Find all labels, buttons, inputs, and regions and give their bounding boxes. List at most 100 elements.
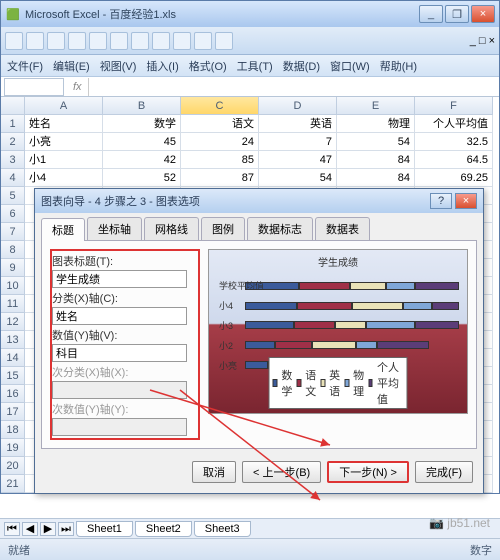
value-y-input[interactable] bbox=[52, 344, 187, 362]
tab-datalabels[interactable]: 数据标志 bbox=[247, 217, 313, 240]
dialog-close-button[interactable]: × bbox=[455, 193, 477, 209]
cell[interactable]: 24 bbox=[181, 133, 259, 151]
name-box[interactable] bbox=[4, 78, 64, 96]
row-header[interactable]: 5 bbox=[1, 187, 25, 205]
row-header[interactable]: 7 bbox=[1, 223, 25, 241]
qat-sort-icon[interactable] bbox=[194, 32, 212, 50]
cell[interactable]: 语文 bbox=[181, 115, 259, 133]
cell[interactable]: 54 bbox=[337, 133, 415, 151]
cell[interactable]: 英语 bbox=[259, 115, 337, 133]
row-header[interactable]: 10 bbox=[1, 277, 25, 295]
qat-redo-icon[interactable] bbox=[173, 32, 191, 50]
cell[interactable]: 42 bbox=[103, 151, 181, 169]
qat-cut-icon[interactable] bbox=[89, 32, 107, 50]
cell[interactable]: 个人平均值 bbox=[415, 115, 493, 133]
row-header[interactable]: 21 bbox=[1, 475, 25, 493]
cell[interactable]: 小4 bbox=[25, 169, 103, 187]
row-header[interactable]: 3 bbox=[1, 151, 25, 169]
minimize-button[interactable]: _ bbox=[419, 5, 443, 23]
row-header[interactable]: 16 bbox=[1, 385, 25, 403]
qat-save-icon[interactable] bbox=[47, 32, 65, 50]
menu-insert[interactable]: 插入(I) bbox=[146, 58, 178, 74]
doc-restore-button[interactable]: □ bbox=[479, 35, 486, 47]
col-a[interactable]: A bbox=[25, 97, 103, 115]
col-c[interactable]: C bbox=[181, 97, 259, 115]
qat-new-icon[interactable] bbox=[5, 32, 23, 50]
cell[interactable]: 84 bbox=[337, 151, 415, 169]
cell[interactable]: 85 bbox=[181, 151, 259, 169]
sheet-nav-first[interactable]: ⏮ bbox=[4, 522, 20, 536]
cell[interactable]: 45 bbox=[103, 133, 181, 151]
col-d[interactable]: D bbox=[259, 97, 337, 115]
cell[interactable]: 小1 bbox=[25, 151, 103, 169]
cell[interactable]: 小亮 bbox=[25, 133, 103, 151]
cell[interactable]: 数学 bbox=[103, 115, 181, 133]
category-x-input[interactable] bbox=[52, 307, 187, 325]
row-header[interactable]: 9 bbox=[1, 259, 25, 277]
col-e[interactable]: E bbox=[337, 97, 415, 115]
qat-copy-icon[interactable] bbox=[110, 32, 128, 50]
cell[interactable]: 7 bbox=[259, 133, 337, 151]
doc-minimize-button[interactable]: _ bbox=[470, 35, 476, 47]
cancel-button[interactable]: 取消 bbox=[192, 461, 236, 483]
next-button[interactable]: 下一步(N) > bbox=[327, 461, 409, 483]
qat-print-icon[interactable] bbox=[68, 32, 86, 50]
sheet-tab-2[interactable]: Sheet2 bbox=[135, 521, 192, 537]
row-header[interactable]: 4 bbox=[1, 169, 25, 187]
row-header[interactable]: 1 bbox=[1, 115, 25, 133]
dialog-help-button[interactable]: ? bbox=[430, 193, 452, 209]
back-button[interactable]: < 上一步(B) bbox=[242, 461, 321, 483]
menu-file[interactable]: 文件(F) bbox=[7, 58, 43, 74]
sheet-nav-prev[interactable]: ◀ bbox=[22, 522, 38, 536]
cell[interactable]: 32.5 bbox=[415, 133, 493, 151]
select-all-corner[interactable] bbox=[1, 97, 25, 115]
chart-title-input[interactable] bbox=[52, 270, 187, 288]
col-f[interactable]: F bbox=[415, 97, 493, 115]
sheet-nav-last[interactable]: ⏭ bbox=[58, 522, 74, 536]
row-header[interactable]: 19 bbox=[1, 439, 25, 457]
cell[interactable]: 物理 bbox=[337, 115, 415, 133]
row-header[interactable]: 11 bbox=[1, 295, 25, 313]
formula-input[interactable] bbox=[88, 78, 499, 96]
row-header[interactable]: 18 bbox=[1, 421, 25, 439]
row-header[interactable]: 2 bbox=[1, 133, 25, 151]
row-header[interactable]: 6 bbox=[1, 205, 25, 223]
row-header[interactable]: 12 bbox=[1, 313, 25, 331]
row-header[interactable]: 14 bbox=[1, 349, 25, 367]
tab-axes[interactable]: 坐标轴 bbox=[87, 217, 142, 240]
menu-tools[interactable]: 工具(T) bbox=[237, 58, 273, 74]
cell[interactable]: 姓名 bbox=[25, 115, 103, 133]
menu-view[interactable]: 视图(V) bbox=[100, 58, 137, 74]
menu-format[interactable]: 格式(O) bbox=[189, 58, 227, 74]
cell[interactable]: 87 bbox=[181, 169, 259, 187]
tab-gridlines[interactable]: 网格线 bbox=[144, 217, 199, 240]
close-button[interactable]: × bbox=[471, 5, 495, 23]
maximize-button[interactable]: ❐ bbox=[445, 5, 469, 23]
qat-undo-icon[interactable] bbox=[152, 32, 170, 50]
row-header[interactable]: 17 bbox=[1, 403, 25, 421]
menu-window[interactable]: 窗口(W) bbox=[330, 58, 370, 74]
qat-open-icon[interactable] bbox=[26, 32, 44, 50]
row-header[interactable]: 13 bbox=[1, 331, 25, 349]
finish-button[interactable]: 完成(F) bbox=[415, 461, 473, 483]
cell[interactable]: 47 bbox=[259, 151, 337, 169]
tab-title[interactable]: 标题 bbox=[41, 218, 85, 241]
cell[interactable]: 84 bbox=[337, 169, 415, 187]
cell[interactable]: 64.5 bbox=[415, 151, 493, 169]
tab-legend[interactable]: 图例 bbox=[201, 217, 245, 240]
col-b[interactable]: B bbox=[103, 97, 181, 115]
cell[interactable]: 69.25 bbox=[415, 169, 493, 187]
row-header[interactable]: 8 bbox=[1, 241, 25, 259]
tab-datatable[interactable]: 数据表 bbox=[315, 217, 370, 240]
cell[interactable]: 54 bbox=[259, 169, 337, 187]
menu-edit[interactable]: 编辑(E) bbox=[53, 58, 90, 74]
sheet-nav-next[interactable]: ▶ bbox=[40, 522, 56, 536]
menu-help[interactable]: 帮助(H) bbox=[380, 58, 417, 74]
menu-data[interactable]: 数据(D) bbox=[283, 58, 320, 74]
qat-chart-icon[interactable] bbox=[215, 32, 233, 50]
row-header[interactable]: 20 bbox=[1, 457, 25, 475]
doc-close-button[interactable]: × bbox=[489, 35, 495, 47]
sheet-tab-3[interactable]: Sheet3 bbox=[194, 521, 251, 537]
sheet-tab-1[interactable]: Sheet1 bbox=[76, 521, 133, 537]
row-header[interactable]: 15 bbox=[1, 367, 25, 385]
